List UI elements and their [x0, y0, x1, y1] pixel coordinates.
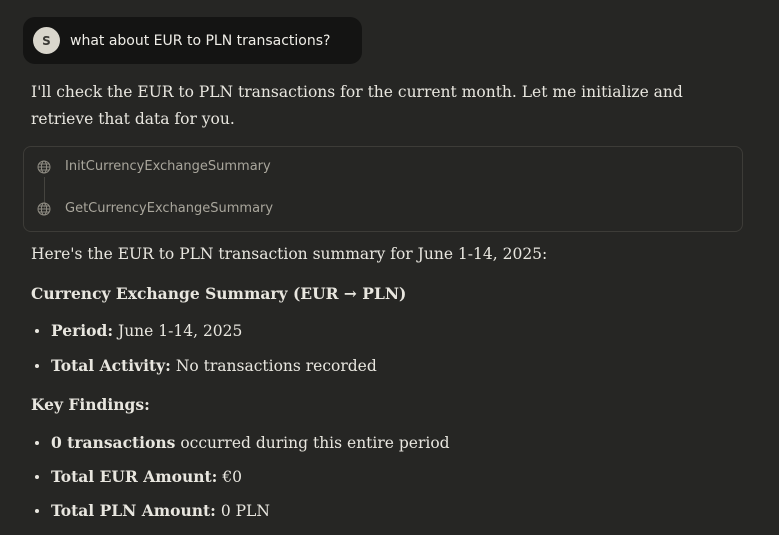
tool-calls-panel: InitCurrencyExchangeSummary GetCurrencyE…: [23, 146, 743, 232]
tool-call-label: GetCurrencyExchangeSummary: [65, 201, 274, 216]
list-item: 0 transactions occurred during this enti…: [35, 433, 450, 452]
list-item-value: 0 PLN: [215, 501, 270, 520]
summary-intro: Here's the EUR to PLN transaction summar…: [31, 245, 548, 263]
list-item-label: Total PLN Amount:: [51, 501, 216, 520]
list-item-label: Period:: [51, 321, 114, 340]
list-item-value: No transactions recorded: [170, 356, 377, 375]
list-item: Total Activity: No transactions recorded: [35, 356, 377, 375]
bullet: [35, 363, 39, 368]
list-item-value: occurred during this entire period: [175, 433, 450, 452]
tool-call-get[interactable]: GetCurrencyExchangeSummary: [37, 201, 273, 216]
list-item-value: €0: [217, 467, 243, 486]
user-message-text: what about EUR to PLN transactions?: [70, 32, 331, 49]
list-item: Total PLN Amount: 0 PLN: [35, 501, 270, 520]
summary-heading: Currency Exchange Summary (EUR → PLN): [31, 284, 407, 303]
list-item-label: Total Activity:: [51, 356, 171, 375]
globe-icon: [37, 202, 51, 216]
bullet: [35, 328, 39, 333]
bullet: [35, 440, 39, 445]
list-item: Period: June 1-14, 2025: [35, 321, 242, 340]
tool-call-label: InitCurrencyExchangeSummary: [65, 159, 271, 174]
user-message: S what about EUR to PLN transactions?: [23, 17, 362, 64]
avatar: S: [33, 27, 60, 54]
bullet: [35, 474, 39, 479]
list-item-label: Total EUR Amount:: [51, 467, 218, 486]
bullet: [35, 508, 39, 513]
findings-heading: Key Findings:: [31, 395, 150, 414]
tool-call-init[interactable]: InitCurrencyExchangeSummary: [37, 159, 271, 174]
assistant-intro-text: I'll check the EUR to PLN transactions f…: [31, 83, 683, 128]
list-item: Total EUR Amount: €0: [35, 467, 242, 486]
globe-icon: [37, 160, 51, 174]
list-item-value: June 1-14, 2025: [113, 321, 243, 340]
list-item-label: 0 transactions: [51, 433, 176, 452]
